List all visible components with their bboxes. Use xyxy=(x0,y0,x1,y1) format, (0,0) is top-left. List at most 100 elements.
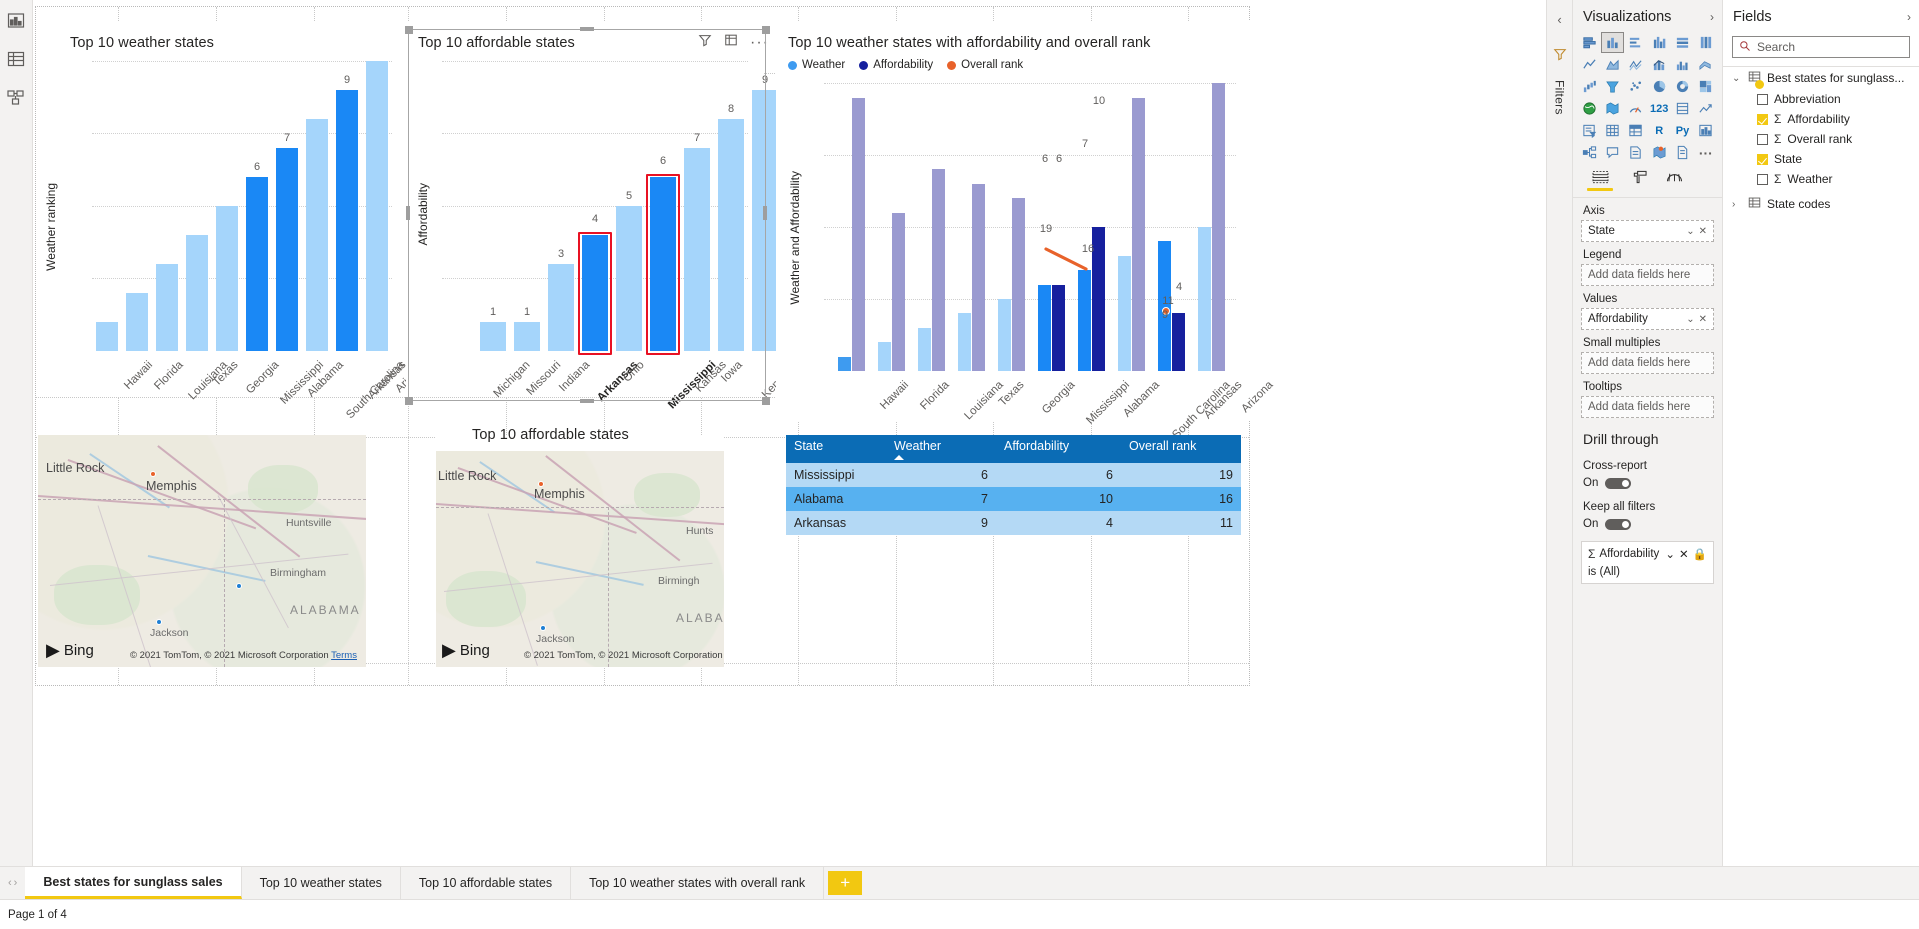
well-axis[interactable]: State ⌄ ✕ xyxy=(1581,220,1714,242)
map-icon[interactable] xyxy=(1578,98,1600,119)
page-nav-prev-icon[interactable]: ‹ xyxy=(8,877,12,889)
field-checkbox[interactable] xyxy=(1757,173,1768,185)
focus-mode-icon[interactable] xyxy=(724,33,738,52)
page-nav-next-icon[interactable]: › xyxy=(14,877,18,889)
model-view-icon[interactable] xyxy=(5,86,27,108)
visual-header-icons[interactable]: ··· xyxy=(698,33,769,52)
hundred-percent-stacked-column-icon[interactable] xyxy=(1695,32,1717,53)
cross-report-toggle[interactable] xyxy=(1605,477,1632,489)
line-chart-icon[interactable] xyxy=(1578,54,1600,75)
stacked-area-chart-icon[interactable] xyxy=(1625,54,1647,75)
chevron-down-icon[interactable]: ⌄ xyxy=(1686,314,1694,325)
remove-field-icon[interactable]: ✕ xyxy=(1679,547,1689,561)
scatter-chart-icon[interactable] xyxy=(1625,76,1647,97)
resize-handle-r[interactable] xyxy=(763,206,767,220)
field-affordability[interactable]: Σ Affordability xyxy=(1723,109,1919,129)
field-overall-rank[interactable]: Σ Overall rank xyxy=(1723,129,1919,149)
chevron-down-icon[interactable]: ⌄ xyxy=(1686,226,1694,237)
field-checkbox[interactable] xyxy=(1757,93,1768,105)
bar-hawaii[interactable] xyxy=(96,322,118,351)
map-point-birmingham[interactable] xyxy=(236,583,242,589)
paginated-report-icon[interactable] xyxy=(1671,142,1693,163)
ranks-table[interactable]: State Weather Affordability Overall rank xyxy=(786,435,1241,535)
page-tab-top-10-weather-states[interactable]: Top 10 weather states xyxy=(241,867,401,899)
bar-arizona[interactable] xyxy=(366,61,388,351)
map-point-memphis[interactable] xyxy=(150,471,156,477)
page-tab-best-states-for-sunglass-sales[interactable]: Best states for sunglass sales xyxy=(25,867,242,899)
table-icon[interactable] xyxy=(1601,120,1623,141)
visual-map-right[interactable]: Top 10 affordable states Little Rock Mem… xyxy=(436,427,724,667)
line-clustered-column-icon[interactable] xyxy=(1671,54,1693,75)
well-small-multiples[interactable]: Add data fields here xyxy=(1581,352,1714,374)
report-canvas[interactable]: Top 10 weather states Weather ranking 6 … xyxy=(35,6,1275,686)
bar-mississippi[interactable] xyxy=(650,177,676,351)
well-values[interactable]: Affordability ⌄ ✕ xyxy=(1581,308,1714,330)
bar-kansas[interactable] xyxy=(684,148,710,351)
bar-florida[interactable] xyxy=(126,293,148,351)
stacked-column-chart-icon[interactable] xyxy=(1601,32,1624,53)
bar-louisiana[interactable] xyxy=(156,264,178,351)
line-stacked-column-icon[interactable] xyxy=(1648,54,1670,75)
visual-top-10-affordable-states[interactable]: Top 10 affordable states Affordability ·… xyxy=(405,21,840,411)
bar-mississippi[interactable] xyxy=(246,177,268,351)
bing-map-left[interactable]: Little Rock Memphis Huntsville Birmingha… xyxy=(38,435,366,667)
bar-indiana[interactable] xyxy=(548,264,574,351)
kpi-icon[interactable] xyxy=(1695,98,1717,119)
field-checkbox[interactable] xyxy=(1757,153,1768,165)
bar-michigan[interactable] xyxy=(480,322,506,351)
treemap-icon[interactable] xyxy=(1695,76,1717,97)
table-row[interactable]: Arkansas 9 4 11 xyxy=(786,511,1241,535)
column-header-state[interactable]: State xyxy=(786,435,886,463)
lock-icon[interactable]: 🔒 xyxy=(1693,547,1707,561)
bar-iowa[interactable] xyxy=(718,119,744,351)
collapse-visualizations-icon[interactable]: › xyxy=(1710,10,1714,24)
resize-handle-tr[interactable] xyxy=(762,26,770,34)
column-header-weather[interactable]: Weather xyxy=(886,435,996,463)
collapse-fields-icon[interactable]: › xyxy=(1907,10,1911,24)
drill-through-field-card[interactable]: Σ Affordability ⌄ ✕ 🔒 is (All) xyxy=(1581,541,1714,584)
smart-narrative-icon[interactable] xyxy=(1625,142,1647,163)
remove-field-icon[interactable]: ✕ xyxy=(1699,226,1707,237)
column-header-affordability[interactable]: Affordability xyxy=(996,435,1121,463)
visual-settings-tabs[interactable] xyxy=(1573,163,1722,191)
bar-ohio[interactable] xyxy=(616,206,642,351)
waterfall-chart-icon[interactable] xyxy=(1578,76,1600,97)
chevron-right-icon[interactable]: › xyxy=(1732,199,1742,210)
qa-visual-icon[interactable] xyxy=(1601,142,1623,163)
resize-handle-t[interactable] xyxy=(580,27,594,31)
visual-map-left[interactable]: Little Rock Memphis Huntsville Birmingha… xyxy=(38,435,366,667)
table-row[interactable]: Alabama 7 10 16 xyxy=(786,487,1241,511)
resize-handle-tl[interactable] xyxy=(405,26,413,34)
page-tab-top-10-affordable-states[interactable]: Top 10 affordable states xyxy=(400,867,572,899)
legend-item-affordability[interactable]: Affordability xyxy=(859,59,933,71)
clustered-bar-chart-icon[interactable] xyxy=(1625,32,1647,53)
card-icon[interactable]: 123 xyxy=(1648,98,1670,119)
area-chart-icon[interactable] xyxy=(1601,54,1623,75)
keep-all-filters-toggle[interactable] xyxy=(1605,518,1632,530)
cross-report-toggle-row[interactable]: On xyxy=(1573,474,1722,492)
well-tooltips[interactable]: Add data fields here xyxy=(1581,396,1714,418)
fields-tab-icon[interactable] xyxy=(1587,170,1613,191)
decomposition-tree-icon[interactable] xyxy=(1578,142,1600,163)
arcgis-maps-icon[interactable] xyxy=(1648,142,1670,163)
bar-texas[interactable] xyxy=(186,235,208,351)
report-view-icon[interactable] xyxy=(5,10,27,32)
map-point-jackson[interactable] xyxy=(156,619,162,625)
page-tab-nav[interactable]: ‹ › xyxy=(0,867,25,899)
resize-handle-br[interactable] xyxy=(762,397,770,405)
chevron-down-icon[interactable]: ⌄ xyxy=(1665,547,1675,561)
expand-filters-icon[interactable]: ‹ xyxy=(1557,12,1561,27)
funnel-chart-icon[interactable] xyxy=(1601,76,1623,97)
filter-icon[interactable] xyxy=(698,33,712,52)
column-header-overall-rank[interactable]: Overall rank xyxy=(1121,435,1241,463)
resize-handle-l[interactable] xyxy=(406,206,410,220)
r-script-visual-icon[interactable]: R xyxy=(1648,120,1670,141)
filled-map-icon[interactable] xyxy=(1601,98,1623,119)
slicer-icon[interactable] xyxy=(1578,120,1600,141)
visual-weather-affordability-overall[interactable]: Top 10 weather states with affordability… xyxy=(776,21,1275,441)
legend-item-weather[interactable]: Weather xyxy=(788,59,845,71)
matrix-icon[interactable] xyxy=(1625,120,1647,141)
table-row[interactable]: Mississippi 6 6 19 xyxy=(786,463,1241,487)
stacked-bar-chart-icon[interactable] xyxy=(1578,32,1600,53)
fields-search-box[interactable]: Search xyxy=(1732,36,1910,58)
